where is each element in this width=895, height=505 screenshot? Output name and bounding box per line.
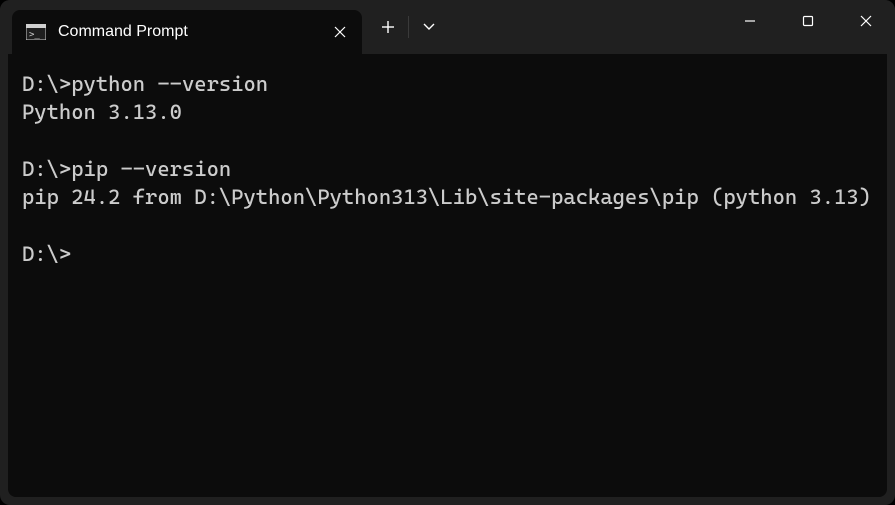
close-icon xyxy=(334,26,346,38)
terminal-prompt-line: D:\> xyxy=(22,240,873,268)
tab-actions xyxy=(368,0,449,54)
window-close-button[interactable] xyxy=(837,0,895,42)
terminal-window: >_ Command Prompt xyxy=(0,0,895,505)
prompt: D:\> xyxy=(22,242,71,266)
tab-dropdown-button[interactable] xyxy=(409,7,449,47)
window-controls xyxy=(721,0,895,42)
close-icon xyxy=(860,15,872,27)
minimize-button[interactable] xyxy=(721,0,779,42)
tab-title: Command Prompt xyxy=(58,23,326,41)
prompt: D:\> xyxy=(22,72,71,96)
terminal-output-line: pip 24.2 from D:\Python\Python313\Lib\si… xyxy=(22,183,873,211)
tab-close-button[interactable] xyxy=(326,18,354,46)
command-text: python --version xyxy=(71,72,268,96)
minimize-icon xyxy=(744,15,756,27)
terminal-output[interactable]: D:\>python --versionPython 3.13.0D:\>pip… xyxy=(8,54,887,497)
new-tab-button[interactable] xyxy=(368,7,408,47)
maximize-icon xyxy=(802,15,814,27)
maximize-button[interactable] xyxy=(779,0,837,42)
titlebar: >_ Command Prompt xyxy=(0,0,895,54)
svg-text:>_: >_ xyxy=(29,30,40,40)
prompt: D:\> xyxy=(22,157,71,181)
chevron-down-icon xyxy=(423,23,435,31)
command-text: pip --version xyxy=(71,157,231,181)
tab-command-prompt[interactable]: >_ Command Prompt xyxy=(12,10,362,54)
cmd-icon: >_ xyxy=(26,24,46,40)
terminal-blank-line xyxy=(22,127,873,155)
terminal-output-line: Python 3.13.0 xyxy=(22,98,873,126)
terminal-blank-line xyxy=(22,212,873,240)
plus-icon xyxy=(381,20,395,34)
terminal-prompt-line: D:\>pip --version xyxy=(22,155,873,183)
terminal-prompt-line: D:\>python --version xyxy=(22,70,873,98)
